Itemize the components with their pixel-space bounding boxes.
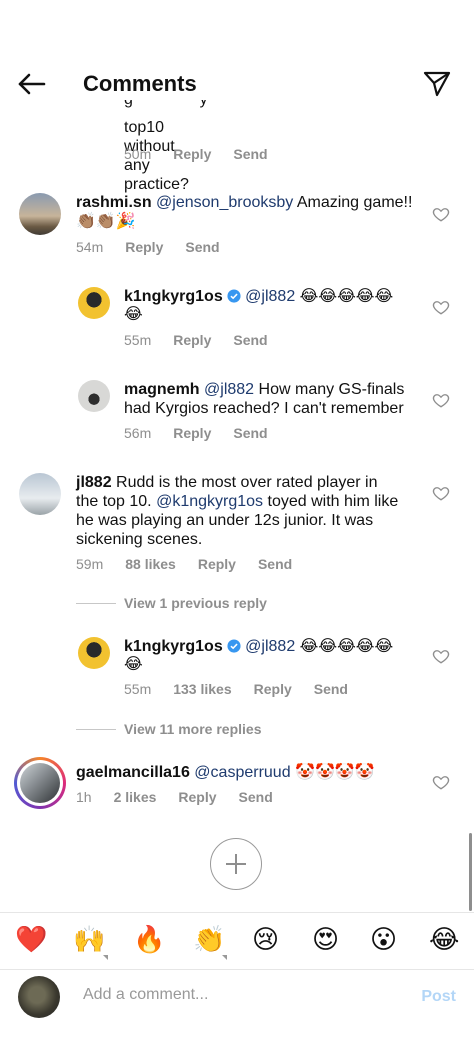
comment-time: 59m [76,556,104,572]
comment-time: 50m [124,146,152,162]
plus-icon [225,853,246,874]
emoji-fire[interactable]: 🔥 [133,923,165,955]
username[interactable]: magnemh [124,381,200,398]
like-heart-icon[interactable] [432,205,450,223]
comment-emojis: 😂 [124,306,143,323]
send-button[interactable]: Send [233,425,267,441]
comment-text: toyed with him like [267,493,399,510]
comment-emojis: 😂 [124,656,143,673]
avatar[interactable] [78,287,110,319]
reply-button[interactable]: Reply [125,239,163,255]
emoji-laughing[interactable]: 😂 [429,923,459,955]
like-heart-icon[interactable] [432,484,450,502]
mention-link[interactable]: @jenson_brooksby [156,194,293,211]
mention-link[interactable]: @jl882 [204,381,254,398]
username[interactable]: rashmi.sn [76,194,152,211]
mention-link[interactable]: @casperruud [194,764,290,781]
comment-time: 55m [124,681,152,697]
comment-time: 54m [76,239,104,255]
comment-time: 1h [76,789,92,805]
page-title: Comments [83,71,197,96]
comment-text: Amazing game!! [296,194,413,211]
cut-text: g y [124,100,444,109]
comment-time: 56m [124,425,152,441]
divider [76,603,116,604]
send-button[interactable]: Send [233,332,267,348]
post-button[interactable]: Post [421,988,456,1006]
emoji-raised-hands[interactable]: 🙌 [73,923,105,955]
skin-tone-indicator [103,955,108,960]
like-heart-icon[interactable] [432,391,450,409]
avatar[interactable] [19,473,61,515]
view-more-replies[interactable]: View 11 more replies [124,721,262,737]
current-user-avatar [18,976,60,1018]
comment-emojis: 👏🏽👏🏽🎉 [76,213,136,230]
send-button[interactable]: Send [185,239,219,255]
verified-badge-icon [227,639,241,653]
reply-button[interactable]: Reply [173,425,211,441]
comment-text: had Kyrgios reached? I can't remember [124,400,404,417]
emoji-crying[interactable]: 😢 [252,923,279,955]
comment-input[interactable]: Add a comment... [83,986,208,1004]
like-heart-icon[interactable] [432,298,450,316]
comment-emojis: 😂😂😂😂😂 [299,638,394,655]
emoji-quick-bar: ❤️ 🙌 🔥 👏 😢 😍 😮 😂 [0,912,474,970]
send-button[interactable]: Send [239,789,273,805]
comment-text: he was playing an under 12s junior. It w… [76,512,374,529]
username[interactable]: k1ngkyrg1os [124,288,223,305]
likes-count[interactable]: 133 likes [173,681,231,697]
mention-link[interactable]: @jl882 [245,288,295,305]
likes-count[interactable]: 2 likes [114,789,157,805]
emoji-clap[interactable]: 👏 [193,923,225,955]
skin-tone-indicator [222,955,227,960]
avatar-story-ring[interactable] [14,757,66,809]
comment-text: Rudd is the most over rated player in [116,474,378,491]
comment-emojis: 🤡🤡🤡🤡 [295,764,375,781]
back-arrow-icon[interactable] [14,66,50,102]
reply-button[interactable]: Reply [198,556,236,572]
emoji-heart-eyes[interactable]: 😍 [312,923,339,955]
avatar[interactable] [78,380,110,412]
reply-button[interactable]: Reply [178,789,216,805]
mention-link[interactable]: @jl882 [245,638,295,655]
comment-composer: Add a comment... Post [0,968,474,1028]
verified-badge-icon [227,289,241,303]
comment-text: sickening scenes. [76,531,203,548]
scrollbar[interactable] [469,833,472,911]
reply-button[interactable]: Reply [254,681,292,697]
send-button[interactable]: Send [233,146,267,162]
send-button[interactable]: Send [314,681,348,697]
view-previous-replies[interactable]: View 1 previous reply [124,595,267,611]
like-heart-icon[interactable] [432,647,450,665]
comment-text: the top 10. [76,493,152,510]
divider [76,729,116,730]
emoji-heart[interactable]: ❤️ [15,923,47,955]
send-button[interactable]: Send [258,556,292,572]
avatar[interactable] [19,193,61,235]
load-more-button[interactable] [210,838,262,890]
username[interactable]: k1ngkyrg1os [124,638,223,655]
emoji-surprised[interactable]: 😮 [370,923,397,955]
comment-emojis: 😂😂😂😂😂 [299,288,394,305]
like-heart-icon[interactable] [432,773,450,791]
username[interactable]: gaelmancilla16 [76,764,190,781]
reply-button[interactable]: Reply [173,146,211,162]
direct-message-icon[interactable] [422,68,452,98]
reply-button[interactable]: Reply [173,332,211,348]
comment-text: How many GS-finals [258,381,405,398]
mention-link[interactable]: @k1ngkyrg1os [156,493,263,510]
avatar[interactable] [78,637,110,669]
username[interactable]: jl882 [76,474,112,491]
likes-count[interactable]: 88 likes [125,556,176,572]
comment-time: 55m [124,332,152,348]
